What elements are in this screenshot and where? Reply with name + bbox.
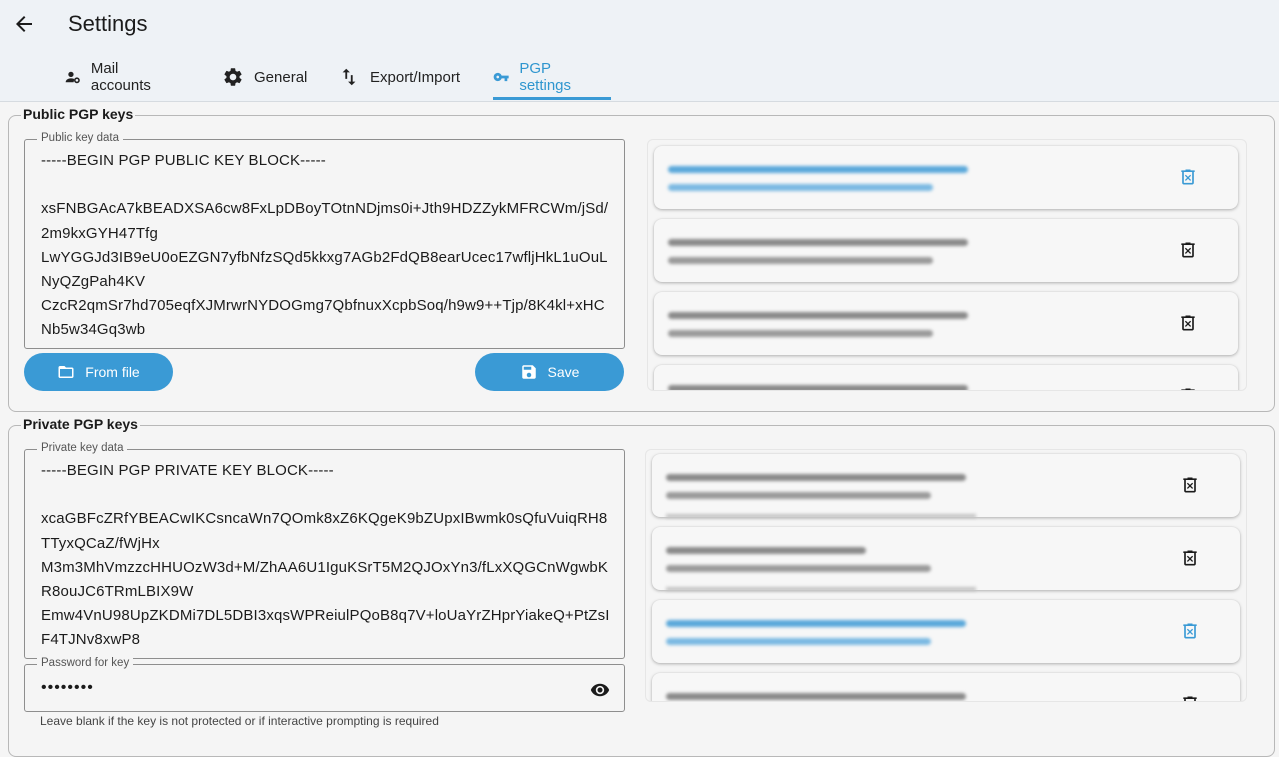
delete-key-icon[interactable]: [1180, 693, 1200, 702]
public-key-card[interactable]: [654, 365, 1238, 391]
private-key-card[interactable]: [652, 454, 1240, 518]
password-field[interactable]: Password for key ••••••••: [24, 657, 625, 712]
private-keys-heading: Private PGP keys: [21, 416, 140, 432]
gear-icon: [224, 68, 242, 86]
public-keys-heading: Public PGP keys: [21, 106, 136, 122]
public-key-card[interactable]: [654, 146, 1238, 209]
private-key-data-label: Private key data: [37, 442, 128, 454]
blurred-key-info: [666, 492, 931, 499]
blurred-key-id: [668, 312, 968, 319]
import-export-icon: [342, 68, 356, 86]
blurred-key-info: [668, 184, 933, 191]
blurred-key-info: [668, 257, 933, 264]
delete-key-icon[interactable]: [1180, 474, 1200, 496]
private-key-text[interactable]: -----BEGIN PGP PRIVATE KEY BLOCK----- xc…: [41, 459, 610, 653]
blurred-key-id: [666, 620, 966, 627]
tab-label: Export/Import: [370, 68, 461, 86]
delete-key-icon[interactable]: [1178, 385, 1198, 391]
blurred-key-id: [668, 385, 968, 390]
blurred-key-id: [668, 166, 968, 173]
delete-key-icon[interactable]: [1178, 166, 1198, 188]
public-key-text[interactable]: -----BEGIN PGP PUBLIC KEY BLOCK----- xsF…: [41, 149, 610, 343]
save-button[interactable]: Save: [475, 353, 624, 391]
blurred-key-id: [666, 474, 966, 481]
blurred-key-info: [666, 638, 931, 645]
tab-general[interactable]: General: [222, 56, 307, 98]
active-tab-indicator: [493, 97, 611, 100]
tab-label: General: [254, 68, 308, 86]
blurred-key-id: [668, 239, 968, 246]
private-keys-panel: Private PGP keys Private key data -----B…: [8, 416, 1275, 757]
delete-key-icon[interactable]: [1180, 620, 1200, 642]
blurred-key-info: [666, 565, 931, 572]
blurred-key-info: [668, 330, 933, 337]
back-arrow-icon[interactable]: [12, 12, 36, 36]
public-keys-list: [647, 139, 1247, 391]
folder-icon: [58, 366, 74, 378]
from-file-button[interactable]: From file: [24, 353, 173, 391]
public-key-card[interactable]: [654, 219, 1238, 282]
save-icon: [521, 365, 536, 379]
delete-key-icon[interactable]: [1178, 312, 1198, 334]
key-icon: [493, 72, 509, 82]
tab-label: Mail accounts: [90, 60, 151, 94]
eye-icon[interactable]: [590, 680, 610, 700]
tab-pgp-settings[interactable]: PGP settings: [493, 56, 579, 98]
tab-label: PGP settings: [519, 60, 572, 94]
private-key-card[interactable]: [652, 673, 1240, 702]
private-key-data-field[interactable]: Private key data -----BEGIN PGP PRIVATE …: [24, 442, 625, 659]
public-key-data-field[interactable]: Public key data -----BEGIN PGP PUBLIC KE…: [24, 132, 625, 349]
delete-key-icon[interactable]: [1178, 239, 1198, 261]
public-key-data-label: Public key data: [37, 132, 123, 144]
password-input[interactable]: ••••••••: [41, 679, 94, 697]
account-settings-icon: [65, 71, 80, 84]
save-label: Save: [547, 364, 580, 380]
private-keys-list: [645, 449, 1247, 702]
public-keys-panel: Public PGP keys Public key data -----BEG…: [8, 106, 1275, 412]
from-file-label: From file: [85, 364, 140, 380]
public-key-card[interactable]: [654, 292, 1238, 355]
blurred-key-extra: [666, 587, 976, 591]
private-key-card[interactable]: [652, 527, 1240, 591]
private-key-card[interactable]: [652, 600, 1240, 663]
password-hint: Leave blank if the key is not protected …: [40, 714, 439, 728]
page-title: Settings: [68, 11, 148, 36]
blurred-key-id: [666, 693, 966, 700]
tab-mail-accounts[interactable]: Mail accounts: [65, 56, 157, 98]
tab-export-import[interactable]: Export/Import: [338, 56, 460, 98]
blurred-key-extra: [666, 514, 976, 518]
password-label: Password for key: [37, 657, 134, 669]
blurred-key-id: [666, 547, 866, 554]
delete-key-icon[interactable]: [1180, 547, 1200, 569]
app-bar: Settings Mail accounts General Export/Im…: [0, 0, 1279, 102]
